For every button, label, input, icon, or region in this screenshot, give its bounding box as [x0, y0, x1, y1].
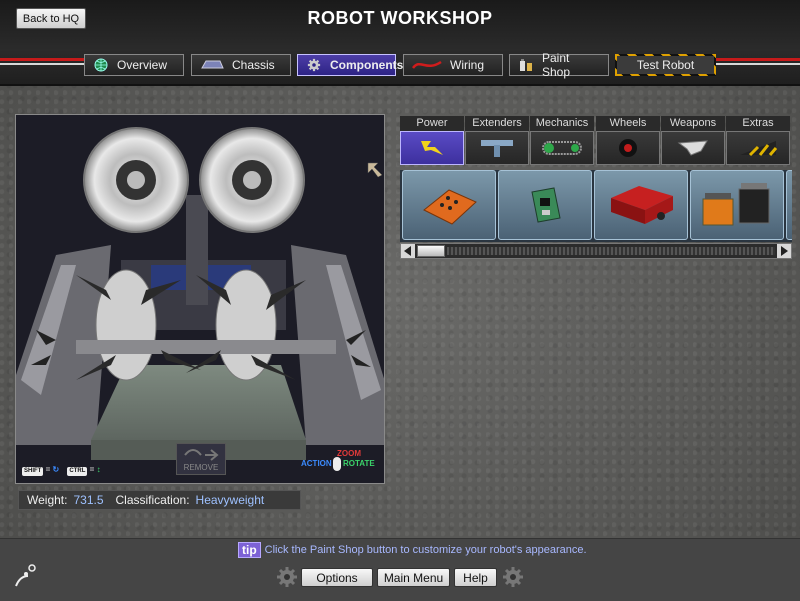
tab-label: Overview	[117, 58, 168, 72]
category-label: Extenders	[465, 116, 529, 131]
rotate-label: ROTATE	[343, 459, 375, 468]
category-mechanics[interactable]: Mechanics	[530, 116, 594, 166]
options-button[interactable]: Options	[301, 568, 373, 587]
tab-components[interactable]: Components	[297, 54, 403, 76]
zoom-label: ZOOM	[337, 449, 361, 458]
shift-key: SHIFT	[22, 467, 44, 476]
item-orange-battery-pack[interactable]	[402, 170, 496, 240]
tab-wiring[interactable]: Wiring	[403, 54, 503, 76]
category-power[interactable]: Power	[400, 116, 464, 166]
category-extenders[interactable]: Extenders	[465, 116, 529, 166]
item-partial[interactable]	[786, 170, 792, 240]
tab-label: Test Robot	[636, 58, 695, 72]
tip-text: Click the Paint Shop button to customize…	[264, 544, 587, 556]
robot-stats-bar: Weight: 731.5 Classification: Heavyweigh…	[18, 490, 301, 510]
red-battery-box-icon	[611, 186, 673, 224]
paint-icon	[518, 58, 534, 72]
chain-icon	[530, 131, 594, 165]
tab-label: Wiring	[450, 58, 485, 72]
tab-paint-shop[interactable]: Paint Shop	[509, 51, 609, 79]
lightning-icon	[400, 131, 464, 165]
category-label: Power	[400, 116, 464, 131]
tab-label: Components	[330, 58, 404, 72]
ctrl-key: CTRL	[67, 467, 88, 476]
classification-value: Heavyweight	[195, 493, 265, 507]
component-scrollbar[interactable]	[400, 243, 792, 259]
category-wheels[interactable]: Wheels	[596, 116, 660, 166]
category-extras[interactable]: Extras	[726, 116, 790, 166]
category-label: Weapons	[661, 116, 725, 131]
component-category-bar: Power Extenders Mechanics Wheels Weapons…	[400, 116, 792, 168]
category-weapons[interactable]: Weapons	[661, 116, 725, 166]
back-to-hq-button[interactable]: Back to HQ	[16, 8, 86, 29]
robot-model-image	[16, 127, 384, 460]
category-label: Wheels	[596, 116, 660, 131]
tab-overview[interactable]: Overview	[84, 54, 184, 76]
item-dual-battery-set[interactable]	[690, 170, 784, 240]
vertical-arrow-icon: ↕	[96, 465, 101, 474]
main-menu-button[interactable]: Main Menu	[377, 568, 450, 587]
remove-label: REMOVE	[183, 463, 219, 472]
scroll-track[interactable]	[447, 247, 775, 255]
shift-rotate-hint: SHIFT = ↻ CTRL = ↕	[22, 465, 101, 476]
remove-component-button[interactable]: REMOVE	[176, 443, 226, 475]
item-green-circuit-board[interactable]	[498, 170, 592, 240]
dual-battery-icon	[702, 183, 770, 226]
item-red-battery-box[interactable]	[594, 170, 688, 240]
mouse-icon	[333, 457, 341, 471]
wire-decoration-left	[0, 58, 84, 68]
help-button[interactable]: Help	[454, 568, 497, 587]
robot-3d-viewport[interactable]: REMOVE SHIFT = ↻ CTRL = ↕ ZOOM ACTION RO…	[15, 114, 385, 484]
category-label: Extras	[726, 116, 790, 131]
remove-arrow-icon	[184, 449, 219, 461]
chassis-icon	[200, 58, 224, 72]
scroll-left-arrow-icon[interactable]	[401, 244, 415, 258]
gear-right-icon	[503, 567, 523, 587]
tip-bar: tip Click the Paint Shop button to custo…	[238, 542, 587, 558]
tab-chassis[interactable]: Chassis	[191, 54, 291, 76]
weight-label: Weight:	[27, 493, 68, 507]
extender-icon	[465, 131, 529, 165]
rotate-circle-icon: ↻	[52, 465, 60, 474]
gear-icon	[306, 58, 322, 72]
tip-badge: tip	[238, 542, 261, 558]
gear-left-icon	[277, 567, 297, 587]
category-label: Mechanics	[530, 116, 594, 131]
weight-value: 731.5	[73, 493, 104, 507]
circuit-board-icon	[531, 187, 561, 223]
wire-icon	[412, 58, 442, 72]
wire-decoration-right	[716, 58, 800, 68]
wheel-icon	[596, 131, 660, 165]
tab-label: Chassis	[232, 58, 275, 72]
scroll-right-arrow-icon[interactable]	[777, 244, 791, 258]
tab-label: Paint Shop	[542, 51, 571, 79]
classification-label: Classification:	[115, 493, 190, 507]
globe-icon	[93, 58, 109, 72]
hazard-wedge-icon	[726, 131, 790, 165]
blade-icon	[661, 131, 725, 165]
orange-battery-pack-icon	[423, 189, 477, 225]
tab-test-robot[interactable]: Test Robot	[615, 54, 716, 76]
page-title: ROBOT WORKSHOP	[307, 8, 493, 28]
cursor-mode-icon[interactable]	[12, 562, 40, 590]
component-item-strip	[400, 170, 792, 242]
action-label: ACTION	[301, 459, 332, 468]
scroll-thumb[interactable]	[417, 245, 445, 257]
